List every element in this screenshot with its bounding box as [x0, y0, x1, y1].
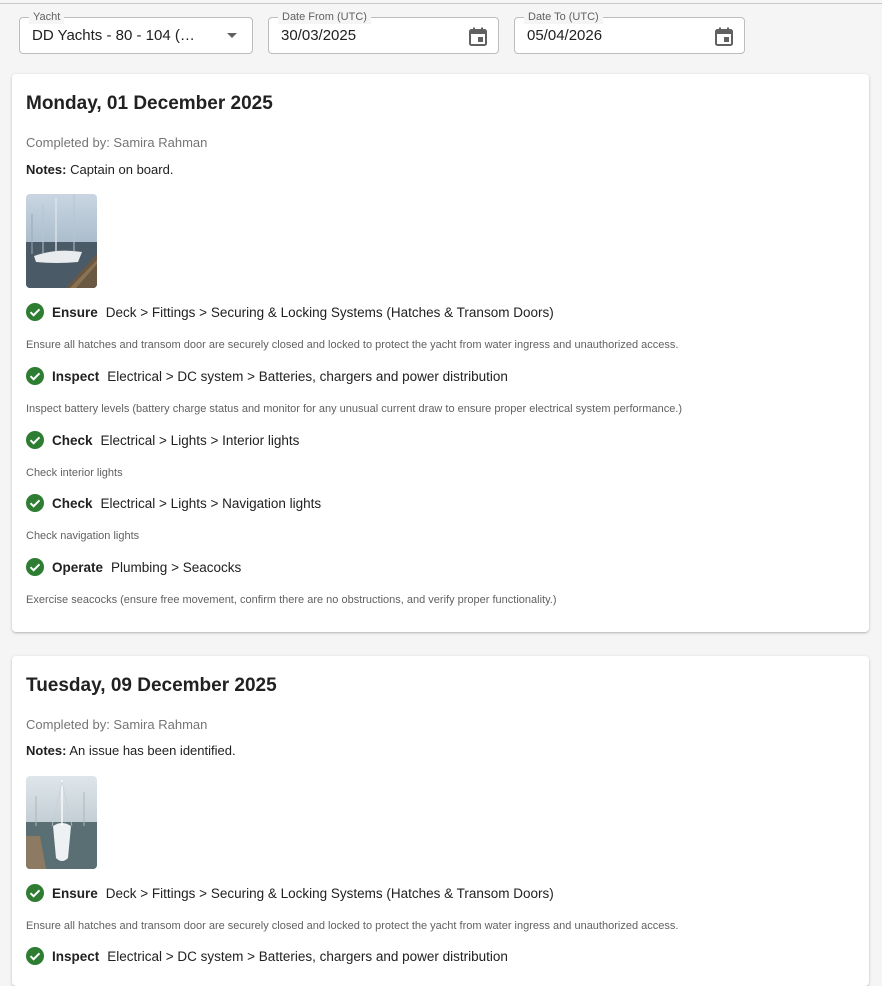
task-item: Ensure Deck > Fittings > Securing & Lock… [26, 302, 554, 322]
date-from-value: 30/03/2025 [281, 27, 357, 44]
task-path: Electrical > DC system > Batteries, char… [107, 948, 508, 964]
completed-by: Completed by: Samira Rahman [26, 717, 208, 732]
yacht-select-value: DD Yachts - 80 - 104 (… [32, 27, 195, 44]
notes-label: Notes: [26, 162, 67, 177]
task-verb: Ensure [52, 885, 98, 901]
task-verb: Inspect [52, 368, 100, 384]
yacht-photo[interactable] [26, 194, 97, 288]
task-path: Deck > Fittings > Securing & Locking Sys… [105, 885, 554, 901]
task-path: Deck > Fittings > Securing & Locking Sys… [105, 304, 554, 320]
task-description: Check interior lights [26, 467, 123, 479]
task-verb: Check [52, 495, 93, 511]
calendar-icon[interactable] [468, 26, 488, 46]
date-to-field[interactable]: Date To (UTC) 05/04/2026 [514, 11, 745, 54]
date-from-field[interactable]: Date From (UTC) 30/03/2025 [268, 11, 499, 54]
task-path: Plumbing > Seacocks [111, 559, 242, 575]
task-description: Ensure all hatches and transom door are … [26, 920, 679, 932]
top-divider [0, 3, 882, 4]
notes-label: Notes: [26, 743, 67, 758]
yacht-photo[interactable] [26, 776, 97, 869]
notes-text: An issue has been identified. [69, 743, 236, 758]
task-item: Ensure Deck > Fittings > Securing & Lock… [26, 883, 554, 903]
yacht-select-label: Yacht [29, 11, 65, 24]
date-to-label: Date To (UTC) [524, 11, 603, 24]
check-circle-icon [26, 367, 44, 385]
yacht-select[interactable]: Yacht DD Yachts - 80 - 104 (… [19, 11, 253, 54]
check-circle-icon [26, 947, 44, 965]
task-verb: Check [52, 432, 93, 448]
card-date-title: Tuesday, 09 December 2025 [26, 675, 277, 696]
check-circle-icon [26, 884, 44, 902]
task-path: Electrical > Lights > Interior lights [100, 432, 300, 448]
checklist-card: Monday, 01 December 2025 Completed by: S… [12, 74, 869, 632]
task-description: Exercise seacocks (ensure free movement,… [26, 594, 557, 606]
card-date-title: Monday, 01 December 2025 [26, 93, 273, 114]
task-path: Electrical > DC system > Batteries, char… [107, 368, 508, 384]
completed-by: Completed by: Samira Rahman [26, 135, 208, 150]
notes-text: Captain on board. [70, 162, 174, 177]
task-verb: Inspect [52, 948, 100, 964]
task-description: Check navigation lights [26, 530, 140, 542]
notes: Notes: Captain on board. [26, 162, 173, 177]
task-path: Electrical > Lights > Navigation lights [100, 495, 322, 511]
task-item: Check Electrical > Lights > Interior lig… [26, 430, 299, 450]
date-from-label: Date From (UTC) [278, 11, 371, 24]
check-circle-icon [26, 558, 44, 576]
task-item: Check Electrical > Lights > Navigation l… [26, 493, 321, 513]
task-description: Inspect battery levels (battery charge s… [26, 403, 683, 415]
task-verb: Operate [52, 559, 104, 575]
notes: Notes: An issue has been identified. [26, 743, 236, 758]
check-circle-icon [26, 431, 44, 449]
task-description: Ensure all hatches and transom door are … [26, 339, 679, 351]
date-to-value: 05/04/2026 [527, 27, 603, 44]
task-verb: Ensure [52, 304, 98, 320]
task-item: Operate Plumbing > Seacocks [26, 557, 241, 577]
check-circle-icon [26, 303, 44, 321]
task-item: Inspect Electrical > DC system > Batteri… [26, 366, 508, 386]
check-circle-icon [26, 494, 44, 512]
calendar-icon[interactable] [714, 26, 734, 46]
task-item: Inspect Electrical > DC system > Batteri… [26, 946, 508, 966]
chevron-down-icon[interactable] [222, 26, 242, 46]
checklist-card: Tuesday, 09 December 2025 Completed by: … [12, 656, 869, 986]
